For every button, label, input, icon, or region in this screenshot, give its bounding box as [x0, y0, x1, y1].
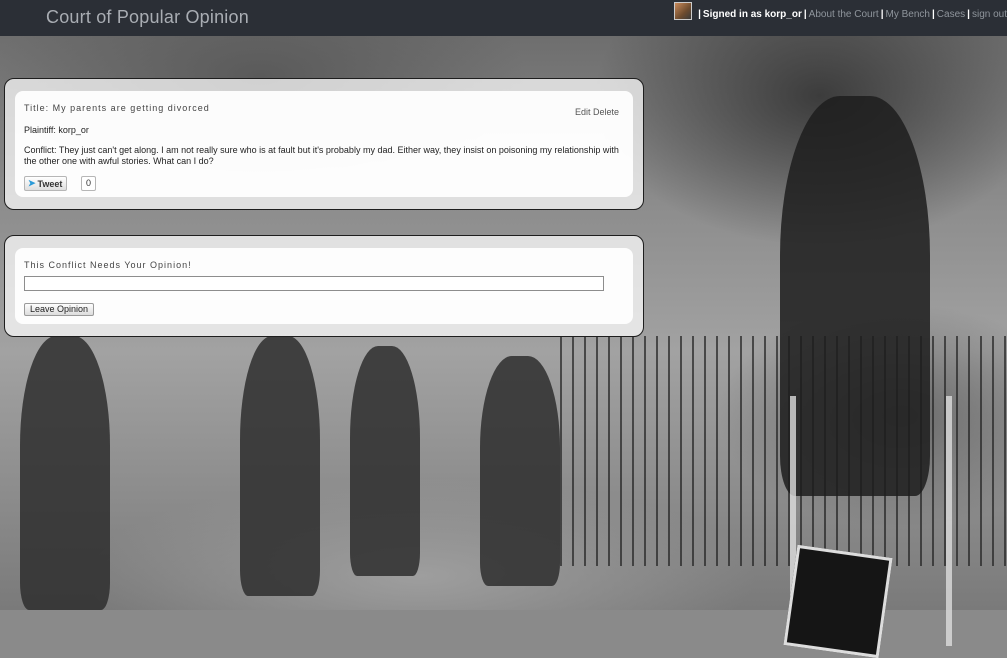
opinion-input[interactable]	[24, 276, 604, 291]
background-figure	[480, 356, 560, 586]
background-sign	[783, 544, 893, 658]
nav-separator: |	[880, 9, 884, 20]
nav-separator: |	[698, 9, 701, 20]
user-nav: | Signed in as korp_or | About the Court…	[674, 1, 1007, 20]
tweet-label: Tweet	[37, 178, 63, 189]
top-bar: Court of Popular Opinion | Signed in as …	[0, 0, 1007, 36]
nav-separator: |	[967, 9, 970, 20]
conflict-text: Conflict: They just can't get along. I a…	[24, 145, 619, 166]
nav-link-my-bench[interactable]: My Bench	[886, 9, 930, 20]
twitter-bird-icon: ➤	[28, 178, 36, 188]
case-panel: Title: My parents are getting divorced E…	[4, 78, 644, 210]
tweet-count: 0	[81, 176, 96, 191]
background-figure	[240, 336, 320, 596]
plaintiff-text: Plaintiff: korp_or	[24, 125, 89, 135]
nav-link-sign-out[interactable]: sign out	[972, 9, 1007, 20]
edit-link[interactable]: Edit	[575, 107, 591, 117]
background-figure	[20, 336, 110, 610]
case-title: Title: My parents are getting divorced	[24, 103, 210, 113]
delete-link[interactable]: Delete	[593, 107, 619, 117]
opinion-card: This Conflict Needs Your Opinion! Leave …	[15, 248, 633, 324]
leave-opinion-button[interactable]: Leave Opinion	[24, 303, 95, 316]
case-card: Title: My parents are getting divorced E…	[15, 91, 633, 197]
opinion-heading: This Conflict Needs Your Opinion!	[24, 260, 192, 270]
avatar[interactable]	[674, 1, 693, 20]
site-title[interactable]: Court of Popular Opinion	[46, 7, 249, 28]
opinion-panel: This Conflict Needs Your Opinion! Leave …	[4, 235, 644, 337]
case-actions: Edit Delete	[575, 107, 619, 117]
background-figure	[350, 346, 420, 576]
nav-separator: |	[931, 9, 935, 20]
signed-in-label: Signed in as korp_or	[702, 9, 802, 20]
nav-link-cases[interactable]: Cases	[937, 9, 965, 20]
tweet-button[interactable]: ➤ Tweet	[24, 176, 68, 191]
nav-separator: |	[803, 9, 807, 20]
nav-link-about[interactable]: About the Court	[809, 9, 879, 20]
